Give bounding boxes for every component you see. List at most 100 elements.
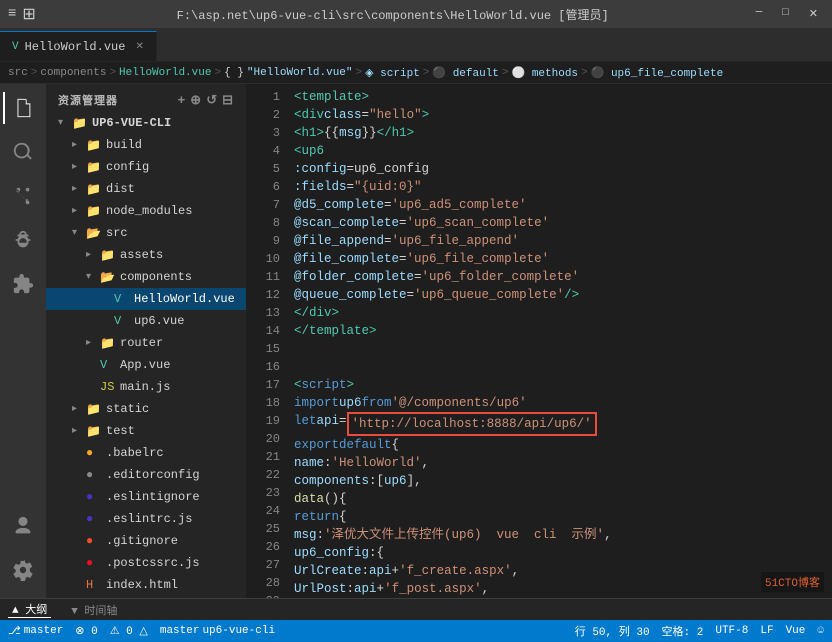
tree-editorconfig[interactable]: ● .editorconfig: [46, 464, 246, 486]
tree-up6-vue[interactable]: V up6.vue: [46, 310, 246, 332]
assets-name: assets: [120, 248, 163, 262]
close-button[interactable]: ✕: [803, 5, 824, 23]
status-bar-right: 行 50, 列 30 空格: 2 UTF-8 LF Vue ☺: [575, 623, 824, 639]
errors-item[interactable]: ⊗ 0: [75, 624, 97, 638]
tree-config[interactable]: ▸ 📁 config: [46, 156, 246, 178]
router-icon: 📁: [100, 336, 116, 351]
code-content[interactable]: <template> <div class="hello"> <h1>{{ ms…: [290, 84, 832, 598]
tree-babelrc[interactable]: ● .babelrc: [46, 442, 246, 464]
timeline-tab[interactable]: ▼ 时间轴: [67, 602, 121, 618]
indent-text: 空格: 2: [662, 623, 704, 639]
tree-license[interactable]: ● LICENSE: [46, 596, 246, 598]
build-name: build: [106, 138, 142, 152]
code-line: @folder_complete='up6_folder_complete': [294, 268, 832, 286]
editor-tab[interactable]: V HelloWorld.vue ✕: [0, 31, 157, 61]
file-tree: ▾ 📁 UP6-VUE-CLI ▸ 📁 build ▸ 📁 config: [46, 112, 246, 598]
smiley-item[interactable]: ☺: [817, 625, 824, 637]
static-arrow: ▸: [72, 403, 86, 415]
tree-helloworld[interactable]: V HelloWorld.vue: [46, 288, 246, 310]
cursor-text: 行 50, 列 30: [575, 623, 650, 639]
ec-name: .editorconfig: [106, 468, 200, 482]
code-area: 12345 678910 1112131415 1617181920 21222…: [246, 84, 832, 598]
search-icon[interactable]: [3, 132, 43, 172]
tree-assets[interactable]: ▸ 📁 assets: [46, 244, 246, 266]
bc-components[interactable]: components: [40, 67, 106, 79]
bc-obj[interactable]: { }: [224, 67, 244, 79]
tree-eslintrc[interactable]: ● .eslintrc.js: [46, 508, 246, 530]
tree-components[interactable]: ▾ 📂 components: [46, 266, 246, 288]
new-folder-icon[interactable]: ⊕: [190, 93, 202, 108]
extensions-icon[interactable]: [3, 264, 43, 304]
menu-icon[interactable]: ≡: [8, 6, 16, 22]
bc-sep5: >: [423, 67, 430, 79]
minimize-button[interactable]: ─: [750, 5, 769, 23]
errors-text: ⊗ 0: [75, 624, 97, 638]
tree-src[interactable]: ▾ 📂 src: [46, 222, 246, 244]
tree-eslintignore[interactable]: ● .eslintignore: [46, 486, 246, 508]
cursor-position[interactable]: 行 50, 列 30: [575, 623, 650, 639]
comp-arrow: ▾: [86, 271, 100, 283]
new-file-icon[interactable]: +: [177, 93, 186, 108]
language-mode[interactable]: Vue: [786, 625, 806, 637]
bc-script[interactable]: ◈ script: [365, 66, 420, 80]
tree-static[interactable]: ▸ 📁 static: [46, 398, 246, 420]
tree-app-vue[interactable]: V App.vue: [46, 354, 246, 376]
encoding-item[interactable]: UTF-8: [715, 625, 748, 637]
code-line: [294, 358, 832, 376]
bc-method-name[interactable]: ⚫ up6_file_complete: [591, 66, 724, 80]
code-line: @d5_complete='up6_ad5_complete': [294, 196, 832, 214]
project-item[interactable]: master up6-vue-cli: [160, 625, 275, 637]
code-line: return {: [294, 508, 832, 526]
bc-src[interactable]: src: [8, 67, 28, 79]
up6-name: up6.vue: [134, 314, 184, 328]
test-arrow: ▸: [72, 425, 86, 437]
tree-index-html[interactable]: H index.html: [46, 574, 246, 596]
main-area: 资源管理器 + ⊕ ↺ ⊟ ▾ 📁 UP6-VUE-CLI ▸ 📁 build: [0, 84, 832, 598]
account-icon[interactable]: [3, 506, 43, 546]
watermark-text: 51CTO博客: [765, 578, 820, 590]
tree-test[interactable]: ▸ 📁 test: [46, 420, 246, 442]
indentation[interactable]: 空格: 2: [662, 623, 704, 639]
pcss-icon: ●: [86, 556, 102, 570]
debug-icon[interactable]: [3, 220, 43, 260]
src-arrow: ▾: [72, 227, 86, 239]
maximize-button[interactable]: □: [776, 5, 795, 23]
bc-methods[interactable]: ⚪ methods: [512, 66, 579, 80]
test-name: test: [106, 424, 135, 438]
line-ending[interactable]: LF: [760, 625, 773, 637]
settings-icon[interactable]: [3, 550, 43, 590]
tree-root[interactable]: ▾ 📁 UP6-VUE-CLI: [46, 112, 246, 134]
code-line: @scan_complete='up6_scan_complete': [294, 214, 832, 232]
ih-icon: H: [86, 578, 102, 592]
tree-dist[interactable]: ▸ 📁 dist: [46, 178, 246, 200]
bc-classname[interactable]: "HelloWorld.vue": [247, 67, 353, 79]
bc-file[interactable]: HelloWorld.vue: [119, 67, 211, 79]
bc-default[interactable]: ⚫ default: [432, 66, 499, 80]
router-arrow: ▸: [86, 337, 100, 349]
title-bar: ≡ ⊞ F:\asp.net\up6-vue-cli\src\component…: [0, 0, 832, 28]
window-title: F:\asp.net\up6-vue-cli\src\components\He…: [36, 6, 750, 23]
collapse-icon[interactable]: ⊟: [222, 93, 234, 108]
tree-gitignore[interactable]: ● .gitignore: [46, 530, 246, 552]
tab-close-icon[interactable]: ✕: [135, 41, 143, 53]
sidebar-header-icons: + ⊕ ↺ ⊟: [177, 93, 234, 108]
tree-postcssrc[interactable]: ● .postcssrc.js: [46, 552, 246, 574]
warnings-item[interactable]: ⚠ 0 △: [110, 624, 148, 638]
tree-node-modules[interactable]: ▸ 📁 node_modules: [46, 200, 246, 222]
tree-build[interactable]: ▸ 📁 build: [46, 134, 246, 156]
bc-sep6: >: [502, 67, 509, 79]
status-bar: ⎇ master ⊗ 0 ⚠ 0 △ master up6-vue-cli 行 …: [0, 620, 832, 642]
refresh-icon[interactable]: ↺: [206, 93, 218, 108]
explorer-icon[interactable]: [3, 88, 43, 128]
git-branch[interactable]: ⎇ master: [8, 624, 63, 638]
tab-bar: V HelloWorld.vue ✕: [0, 28, 832, 62]
test-icon: 📁: [86, 424, 102, 439]
tree-router[interactable]: ▸ 📁 router: [46, 332, 246, 354]
outline-tab[interactable]: ▲ 大纲: [8, 601, 51, 618]
tree-main-js[interactable]: JS main.js: [46, 376, 246, 398]
bc-sep1: >: [31, 67, 38, 79]
up6-icon: V: [114, 314, 130, 328]
code-line: UrlCreate: api + 'f_create.aspx',: [294, 562, 832, 580]
code-line-url: let api = 'http://localhost:8888/api/up6…: [294, 412, 832, 436]
source-control-icon[interactable]: [3, 176, 43, 216]
